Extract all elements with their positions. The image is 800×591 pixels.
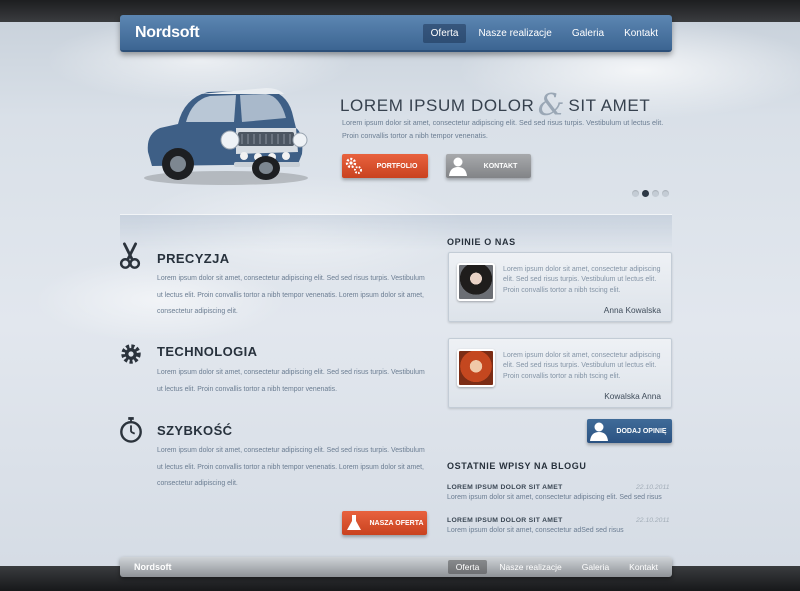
- blog-title: OSTATNIE WPISY NA BLOGU: [447, 461, 587, 471]
- hero-title-left: LOREM IPSUM DOLOR: [340, 96, 535, 115]
- slider-dot-active[interactable]: [642, 190, 649, 197]
- testimonial-card: Lorem ipsum dolor sit amet, consectetur …: [448, 338, 672, 408]
- footer-nav-item-nasze-realizacje[interactable]: Nasze realizacje: [491, 560, 569, 574]
- blog-post-excerpt: Lorem ipsum dolor sit amet, consectetur …: [447, 494, 662, 501]
- hero-title: LOREM IPSUM DOLOR & SIT AMET: [340, 84, 651, 123]
- feature-title-szybkosc: SZYBKOŚĆ: [157, 423, 233, 438]
- blog-post-title[interactable]: LOREM IPSUM DOLOR SIT AMET: [447, 517, 563, 524]
- footer-nav-item-galeria[interactable]: Galeria: [574, 560, 617, 574]
- nav-item-kontakt[interactable]: Kontakt: [616, 24, 666, 43]
- avatar: [457, 349, 495, 387]
- slider-dot[interactable]: [632, 190, 639, 197]
- stopwatch-icon: [120, 417, 142, 443]
- portfolio-button-label: PORTFOLIO: [376, 162, 418, 170]
- nav-item-oferta[interactable]: Oferta: [422, 24, 467, 43]
- testimonial-text: Lorem ipsum dolor sit amet, consectetur …: [503, 352, 661, 380]
- dodaj-opinie-button-label: DODAJ OPINIĘ: [616, 427, 667, 435]
- feature-text-technologia: Lorem ipsum dolor sit amet, consectetur …: [157, 369, 425, 393]
- testimonial-card: Lorem ipsum dolor sit amet, consectetur …: [448, 252, 672, 322]
- blog-post-date: 22.10.2011: [636, 517, 670, 524]
- gear-icon: [121, 344, 141, 364]
- main-menu: Oferta Nasze realizacje Galeria Kontakt: [419, 24, 666, 43]
- portfolio-button[interactable]: PORTFOLIO: [342, 154, 428, 178]
- logo[interactable]: Nordsoft: [135, 24, 200, 42]
- opinions-title: OPINIE O NAS: [447, 237, 516, 247]
- blog-post-date: 22.10.2011: [636, 484, 670, 491]
- footer-nav-item-oferta[interactable]: Oferta: [447, 560, 488, 574]
- nav-item-nasze-realizacje[interactable]: Nasze realizacje: [470, 24, 559, 43]
- slider-dots: [632, 190, 672, 197]
- testimonial-author: Kowalska Anna: [604, 391, 661, 401]
- slider-dot[interactable]: [662, 190, 669, 197]
- kontakt-button[interactable]: KONTAKT: [446, 154, 531, 178]
- feature-title-precyzja: PRECYZJA: [157, 251, 230, 266]
- testimonial-author: Anna Kowalska: [603, 305, 661, 315]
- footer-logo[interactable]: Nordsoft: [134, 562, 172, 572]
- slider-dot[interactable]: [652, 190, 659, 197]
- feature-text-precyzja: Lorem ipsum dolor sit amet, consectetur …: [157, 275, 425, 315]
- blog-post-title[interactable]: LOREM IPSUM DOLOR SIT AMET: [447, 484, 563, 491]
- footer-nav-item-kontakt[interactable]: Kontakt: [621, 560, 666, 574]
- person-icon: [587, 419, 611, 443]
- footer-navbar: Nordsoft Oferta Nasze realizacje Galeria…: [120, 557, 672, 577]
- flask-icon: [342, 511, 366, 535]
- avatar: [457, 263, 495, 301]
- scissors-icon: [119, 242, 141, 269]
- feature-text-szybkosc: Lorem ipsum dolor sit amet, consectetur …: [157, 447, 425, 487]
- hero-description: Lorem ipsum dolor sit amet, consectetur …: [342, 118, 664, 140]
- kontakt-button-label: KONTAKT: [483, 162, 518, 170]
- gears-icon: [342, 154, 366, 178]
- nav-item-galeria[interactable]: Galeria: [564, 24, 612, 43]
- top-navbar: Nordsoft Oferta Nasze realizacje Galeria…: [120, 15, 672, 52]
- testimonial-text: Lorem ipsum dolor sit amet, consectetur …: [503, 266, 661, 294]
- mini-car-image: [144, 88, 308, 185]
- person-icon: [446, 154, 470, 178]
- hero-title-right: SIT AMET: [568, 96, 651, 115]
- dodaj-opinie-button[interactable]: DODAJ OPINIĘ: [587, 419, 672, 443]
- feature-title-technologia: TECHNOLOGIA: [157, 344, 258, 359]
- blog-post-excerpt: Lorem ipsum dolor sit amet, consectetur …: [447, 527, 624, 534]
- nasza-oferta-button[interactable]: NASZA OFERTA: [342, 511, 427, 535]
- footer-menu: Oferta Nasze realizacje Galeria Kontakt: [444, 560, 666, 574]
- nasza-oferta-button-label: NASZA OFERTA: [369, 519, 424, 527]
